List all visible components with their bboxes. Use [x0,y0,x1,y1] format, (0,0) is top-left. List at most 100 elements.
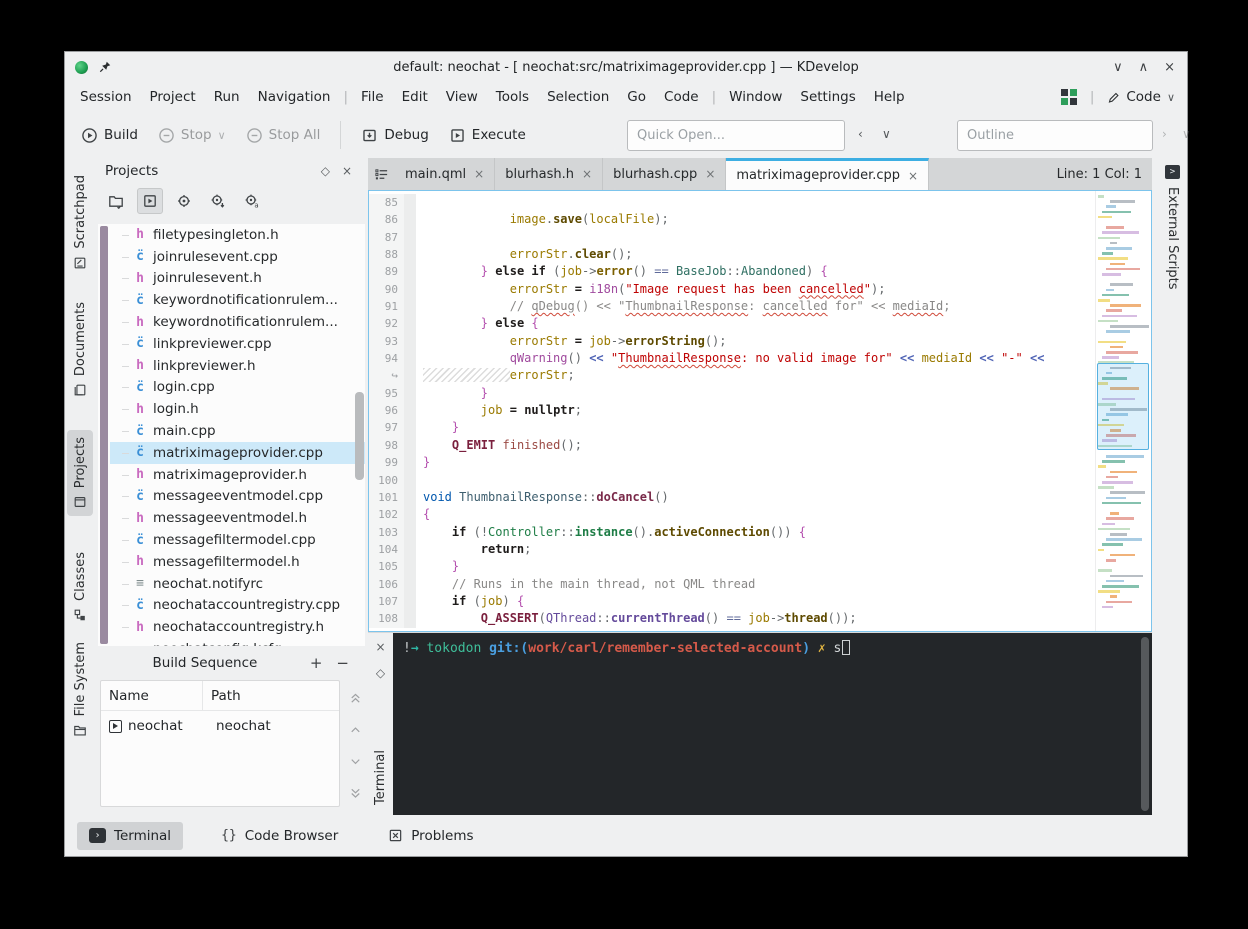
tree-item[interactable]: hfiletypesingleton.h [110,224,365,246]
close-icon[interactable]: × [582,167,592,181]
tree-item[interactable]: ≡neochat.notifyrc [110,573,365,595]
table-row[interactable]: neochatneochat [101,711,339,741]
float-panel-icon[interactable]: ◇ [315,164,336,178]
tree-item[interactable]: c̈neochataccountregistry.cpp [110,595,365,617]
close-icon[interactable]: × [1164,60,1175,75]
tree-scrollbar[interactable] [355,392,364,480]
tree-item[interactable]: c̈messageeventmodel.cpp [110,486,365,508]
menu-item-help[interactable]: Help [865,87,914,107]
debug-button[interactable]: Debug [353,121,436,150]
tree-item[interactable]: c̈joinrulesevent.cpp [110,246,365,268]
chevron-left-icon[interactable]: ‹ [858,127,863,141]
toolview-button-code-browser[interactable]: {}Code Browser [209,822,350,850]
minimap-viewport[interactable] [1097,363,1149,450]
close-icon[interactable]: × [474,167,484,181]
documents-list-icon[interactable] [368,158,395,190]
tree-item[interactable]: hkeywordnotificationrulem... [110,311,365,333]
code-area[interactable]: 8586 image.save(localFile);8788 errorStr… [368,190,1152,632]
area-switcher-button[interactable]: Code ∨ [1107,89,1175,105]
terminal[interactable]: !→ tokodon git:(work/carl/remember-selec… [393,633,1152,815]
menu-item-session[interactable]: Session [71,87,141,107]
terminal-scrollbar[interactable] [1141,637,1149,811]
menu-item-run[interactable]: Run [205,87,249,107]
column-header[interactable]: Path [203,688,249,704]
tool-tab-projects[interactable]: Projects [67,430,93,516]
add-button[interactable]: + [303,654,330,672]
cpp-file-icon: c̈ [132,598,148,613]
header-file-icon: h [132,620,148,635]
float-panel-icon[interactable]: ◇ [376,666,385,680]
tree-item[interactable]: c̈linkpreviewer.cpp [110,333,365,355]
menubar: SessionProjectRunNavigation|FileEditView… [65,82,1187,112]
tool-tab-external-scripts[interactable]: > External Scripts [1158,158,1187,290]
toolview-button-terminal[interactable]: ›Terminal [77,822,183,850]
run-target-icon [109,720,122,733]
toolview-button-problems[interactable]: Problems [376,822,485,850]
close-icon[interactable]: × [908,169,918,183]
build-selection-button[interactable] [137,188,163,214]
menu-item-view[interactable]: View [437,87,487,107]
move-top-icon[interactable] [348,690,363,705]
minimap[interactable] [1095,191,1151,631]
folder-open-button[interactable] [103,188,129,214]
tree-item[interactable]: c̈login.cpp [110,377,365,399]
remove-button[interactable]: − [329,654,356,672]
install-selection-button[interactable] [205,188,231,214]
tool-tab-documents[interactable]: Documents [67,295,93,404]
close-panel-icon[interactable]: × [375,640,385,654]
tree-item[interactable]: c̈matriximageprovider.cpp [110,442,365,464]
menu-item-navigation[interactable]: Navigation [249,87,340,107]
menu-item-file[interactable]: File [352,87,393,107]
tool-tab-scratchpad[interactable]: Scratchpad [67,168,93,277]
documents-icon [73,383,87,397]
move-down-icon[interactable] [348,754,363,769]
working-set-icon[interactable] [1061,89,1077,105]
tree-item[interactable]: hlogin.h [110,398,365,420]
menu-item-edit[interactable]: Edit [393,87,437,107]
cpp-file-icon: c̈ [132,336,148,351]
tree-item[interactable]: c̈keywordnotificationrulem... [110,289,365,311]
tab-main-qml[interactable]: main.qml× [395,158,495,190]
pin-icon[interactable] [98,60,112,74]
menu-item-project[interactable]: Project [141,87,205,107]
prune-selection-button[interactable]: a [239,188,265,214]
tree-item[interactable]: hneochataccountregistry.h [110,616,365,638]
tab-blurhash-cpp[interactable]: blurhash.cpp× [603,158,726,190]
minimize-icon[interactable]: ∨ [1113,60,1123,75]
build-sequence-title: Build Sequence [107,655,303,671]
tree-item[interactable]: hmessageeventmodel.h [110,507,365,529]
tree-item[interactable]: c̈messagefiltermodel.cpp [110,529,365,551]
quick-open-input[interactable] [627,120,845,151]
tree-item[interactable]: c̈main.cpp [110,420,365,442]
menu-item-tools[interactable]: Tools [487,87,538,107]
close-panel-icon[interactable]: × [336,164,358,178]
titlebar[interactable]: default: neochat - [ neochat:src/matrixi… [65,52,1187,82]
column-header[interactable]: Name [101,681,203,710]
build-button[interactable]: Build [73,121,146,150]
move-up-icon[interactable] [348,722,363,737]
chevron-down-icon: ∨ [218,129,226,142]
tree-item[interactable]: hmatriximageprovider.h [110,464,365,486]
menu-item-settings[interactable]: Settings [791,87,864,107]
tool-tab-classes[interactable]: Classes [67,545,93,629]
maximize-icon[interactable]: ∧ [1139,60,1149,75]
tab-blurhash-h[interactable]: blurhash.h× [495,158,603,190]
menu-item-code[interactable]: Code [655,87,708,107]
tree-item[interactable]: <>neochatconfig.kcfg [110,638,365,646]
terminal-icon: › [89,828,106,843]
outline-input[interactable] [957,120,1153,151]
close-icon[interactable]: × [705,167,715,181]
menu-item-go[interactable]: Go [618,87,655,107]
menu-item-window[interactable]: Window [720,87,791,107]
chevron-down-icon[interactable]: ∨ [882,127,891,141]
tree-item[interactable]: hlinkpreviewer.h [110,355,365,377]
bottom-toolbar: ›Terminal {}Code Browser Problems [65,815,1187,856]
execute-button[interactable]: Execute [441,121,534,150]
tree-item[interactable]: hjoinrulesevent.h [110,268,365,290]
configure-selection-button[interactable] [171,188,197,214]
tree-item[interactable]: hmessagefiltermodel.h [110,551,365,573]
menu-item-selection[interactable]: Selection [538,87,618,107]
tool-tab-file-system[interactable]: File System [67,635,93,744]
tab-matriximageprovider-cpp[interactable]: matriximageprovider.cpp× [726,158,929,190]
move-bottom-icon[interactable] [348,786,363,801]
